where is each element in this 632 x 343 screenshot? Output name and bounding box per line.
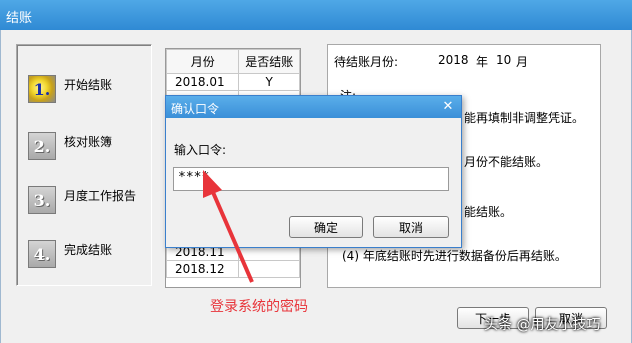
watermark: 头条 @用友小技巧 (484, 317, 601, 333)
annotation-text: 登录系统的密码 (210, 299, 308, 315)
annotation-arrow-icon (203, 170, 254, 283)
